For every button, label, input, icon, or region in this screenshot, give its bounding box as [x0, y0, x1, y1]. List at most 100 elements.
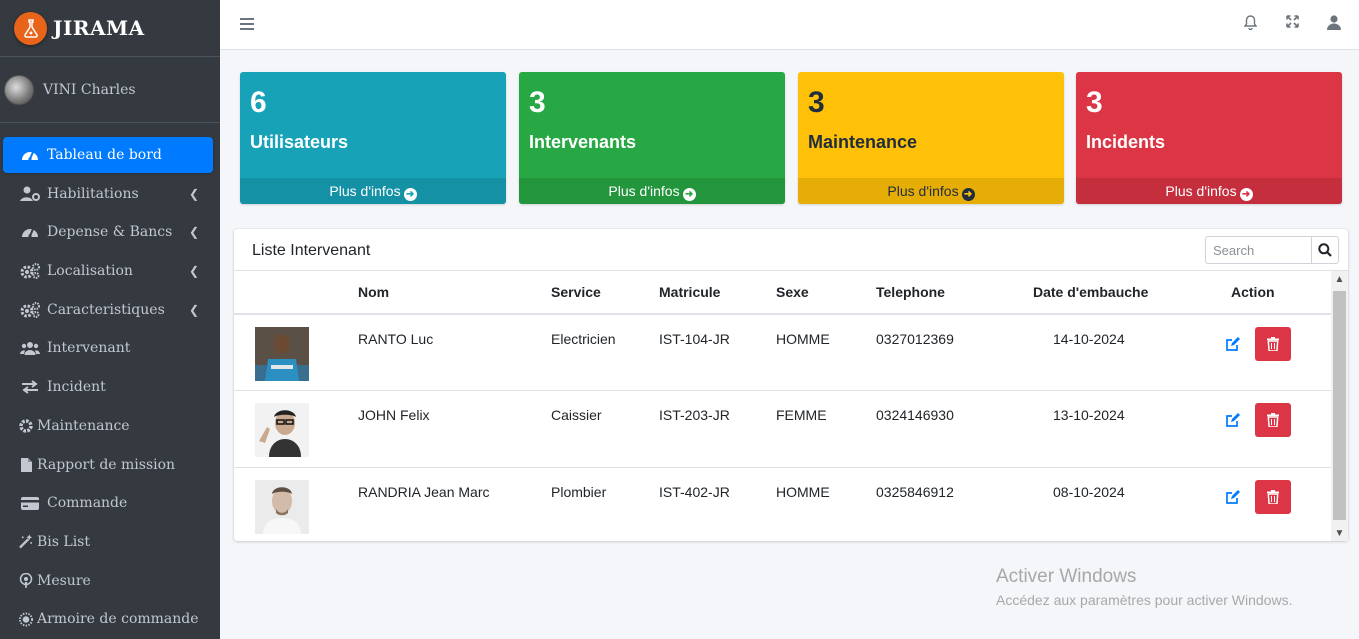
arrow-circle-right-icon: ➜ — [1239, 188, 1253, 201]
photo-cell — [234, 314, 340, 391]
chevron-left-icon: ❮ — [188, 186, 199, 201]
cell-nom: RANDRIA Jean Marc — [358, 483, 490, 500]
sidebar-item-tableau-de-bord[interactable]: Tableau de bord — [3, 137, 213, 173]
cell-date: 14-10-2024 — [1015, 314, 1153, 391]
trash-icon — [1267, 413, 1279, 427]
stat-value: 3 — [808, 86, 825, 119]
cell-telephone: 0324146930 — [858, 390, 1015, 468]
trash-icon — [1267, 337, 1279, 351]
sidebar-item-label: Caracteristiques — [47, 301, 165, 318]
bell-icon[interactable] — [1243, 15, 1258, 34]
cogs-icon — [19, 263, 41, 280]
delete-button[interactable] — [1255, 327, 1291, 361]
cell-date: 13-10-2024 — [1015, 390, 1153, 468]
sidebar-item-caracteristiques[interactable]: Caracteristiques ❮ — [3, 292, 213, 328]
sidebar-item-label: Habilitations — [47, 185, 139, 202]
sidebar-menu: Tableau de bord Habilitations ❮ Depense … — [0, 123, 220, 637]
edit-icon[interactable] — [1225, 336, 1241, 352]
sidebar-item-label: Intervenant — [47, 340, 131, 357]
sidebar-item-habilitations[interactable]: Habilitations ❮ — [3, 176, 213, 212]
users-icon — [19, 341, 41, 356]
more-info-link[interactable]: Plus d'infos ➜ — [798, 178, 1064, 204]
more-info-link[interactable]: Plus d'infos ➜ — [519, 178, 785, 204]
table-header-row: Nom Service Matricule Sexe Telephone Dat… — [234, 271, 1331, 315]
edit-icon[interactable] — [1225, 489, 1241, 505]
scroll-thumb[interactable] — [1333, 291, 1346, 520]
sidebar-item-label: Tableau de bord — [47, 147, 162, 163]
sidebar-item-label: Depense & Bancs — [47, 224, 173, 241]
cell-sexe: FEMME — [758, 390, 858, 468]
sidebar-item-bis-list[interactable]: Bis List — [3, 524, 213, 560]
more-info-link[interactable]: Plus d'infos ➜ — [1076, 178, 1342, 204]
scroll-down-icon[interactable]: ▼ — [1331, 525, 1348, 541]
sidebar-item-label: Commande — [47, 495, 128, 512]
sidebar-item-commande[interactable]: Commande — [3, 485, 213, 521]
stat-value: 6 — [250, 86, 267, 119]
watermark-title: Activer Windows — [996, 566, 1137, 587]
sidebar-item-depense-bancs[interactable]: Depense & Bancs ❮ — [3, 214, 213, 250]
cell-matricule: IST-203-JR — [641, 390, 758, 468]
search-group — [1205, 236, 1339, 264]
table-container: Nom Service Matricule Sexe Telephone Dat… — [234, 270, 1348, 541]
user-icon[interactable] — [1327, 15, 1341, 34]
sidebar-item-label: Mesure — [37, 572, 91, 589]
table-row: JOHN Felix Caissier IST-203-JR FEMME 032… — [234, 390, 1331, 468]
scroll-up-icon[interactable]: ▲ — [1331, 271, 1348, 288]
user-name: VINI Charles — [43, 81, 136, 98]
stat-label: Utilisateurs — [250, 132, 349, 152]
more-info-link[interactable]: Plus d'infos ➜ — [240, 178, 506, 204]
brand-link[interactable]: JIRAMA — [0, 0, 220, 57]
more-info-label: Plus d'infos — [329, 183, 401, 199]
sidebar-item-rapport-de-mission[interactable]: Rapport de mission — [3, 447, 213, 483]
cogs-icon — [19, 301, 41, 318]
stat-label: Incidents — [1086, 132, 1166, 152]
cell-sexe: HOMME — [776, 483, 830, 500]
chevron-left-icon: ❮ — [188, 225, 199, 240]
sidebar-item-intervenant[interactable]: Intervenant — [3, 330, 213, 366]
card-title: Liste Intervenant — [252, 242, 371, 259]
stat-box-intervenants: 3 Intervenants Plus d'infos ➜ — [519, 72, 785, 204]
cell-telephone: 0327012369 — [858, 314, 1015, 391]
cell-nom: RANTO Luc — [340, 314, 533, 391]
cell-action — [1153, 467, 1331, 541]
sidebar-item-mesure[interactable]: Mesure — [3, 563, 213, 599]
trash-icon — [1267, 489, 1279, 504]
search-button[interactable] — [1311, 236, 1339, 264]
stat-box-utilisateurs: 6 Utilisateurs Plus d'infos ➜ — [240, 72, 506, 204]
cell-service: Caissier — [533, 390, 641, 468]
sidebar-item-armoire-de-commande[interactable]: Armoire de commande — [3, 601, 213, 637]
col-date-embauche: Date d'embauche — [1015, 271, 1153, 315]
search-input[interactable] — [1205, 236, 1311, 264]
credit-card-icon — [19, 496, 41, 510]
cell-service: Plombier — [551, 483, 607, 500]
stat-box-maintenance: 3 Maintenance Plus d'infos ➜ — [798, 72, 1064, 204]
intervenant-photo — [255, 479, 309, 534]
sidebar-item-incident[interactable]: Incident — [3, 369, 213, 405]
intervenant-table: Nom Service Matricule Sexe Telephone Dat… — [234, 271, 1331, 541]
cell-nom: JOHN Felix — [340, 390, 533, 468]
tachometer-icon — [19, 225, 41, 239]
delete-button[interactable] — [1255, 403, 1291, 437]
photo-cell — [234, 467, 340, 541]
arrow-circle-right-icon: ➜ — [961, 188, 975, 201]
windows-activation-watermark: Activer Windows Accédez aux paramètres p… — [996, 566, 1292, 608]
brand-name: JIRAMA — [53, 16, 145, 40]
bars-icon[interactable] — [240, 14, 254, 35]
exchange-icon — [19, 380, 41, 394]
sidebar-item-localisation[interactable]: Localisation ❮ — [3, 253, 213, 289]
more-info-label: Plus d'infos — [887, 183, 959, 199]
col-sexe: Sexe — [758, 271, 858, 315]
cell-telephone: 0325846912 — [876, 483, 954, 500]
table-scrollbar[interactable]: ▲ ▼ — [1331, 271, 1348, 541]
stat-label: Maintenance — [808, 132, 918, 152]
edit-icon[interactable] — [1225, 412, 1241, 428]
delete-button[interactable] — [1255, 479, 1291, 514]
avatar — [4, 74, 34, 105]
user-gear-icon — [19, 186, 41, 202]
arrow-circle-right-icon: ➜ — [403, 188, 417, 201]
intervenant-photo — [255, 403, 309, 457]
sidebar-item-label: Localisation — [47, 263, 133, 280]
sidebar-item-maintenance[interactable]: Maintenance — [3, 408, 213, 444]
expand-icon[interactable] — [1286, 15, 1299, 32]
user-panel[interactable]: VINI Charles — [0, 57, 220, 123]
